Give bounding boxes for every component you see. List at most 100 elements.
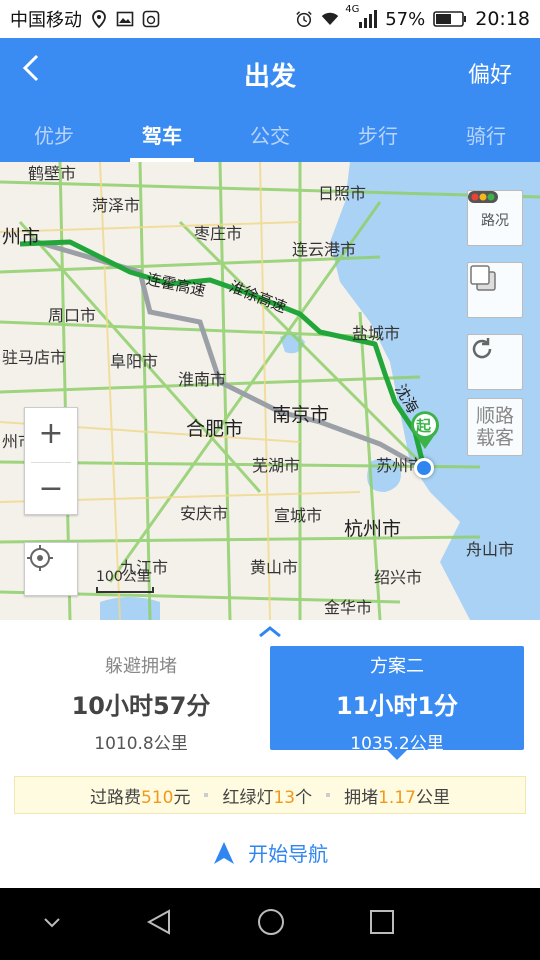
- zoom-control: + −: [24, 407, 78, 515]
- city-label: 宣城市: [274, 506, 323, 525]
- city-label: 南京市: [272, 404, 330, 426]
- city-label: 舟山市: [466, 540, 515, 559]
- city-label: 连云港市: [292, 240, 357, 259]
- route-panel: 躲避拥堵 10小时57分 1010.8公里 方案二 11小时1分 1035.2公…: [0, 620, 540, 888]
- route-option-2[interactable]: 方案二 11小时1分 1035.2公里: [270, 646, 524, 760]
- home-nav-button[interactable]: [256, 907, 286, 941]
- congestion-info: 拥堵1.17公里: [344, 783, 450, 808]
- zoom-out-button[interactable]: −: [25, 463, 77, 517]
- city-label: 黄山市: [250, 558, 299, 577]
- system-navigation-bar: [0, 888, 540, 960]
- city-label: 日照市: [318, 184, 367, 203]
- app-notification-icon: [142, 10, 160, 28]
- tab-transit[interactable]: 公交: [216, 114, 324, 162]
- location-icon: [90, 10, 108, 28]
- traffic-label: 路况: [481, 213, 509, 229]
- triangle-back-icon: [146, 909, 170, 935]
- transport-tabs: 优步 驾车 公交 步行 骑行: [0, 114, 540, 162]
- alarm-icon: [295, 10, 313, 28]
- separator-dot: [204, 793, 209, 797]
- map-scale: 100公里: [96, 566, 154, 593]
- carrier-name: 中国移动: [10, 10, 82, 31]
- city-label: 安庆市: [180, 504, 229, 523]
- route-option-label: 躲避拥堵: [105, 656, 177, 677]
- city-label: 合肥市: [186, 418, 244, 440]
- circle-home-icon: [257, 909, 284, 935]
- city-label: 杭州市: [344, 518, 402, 540]
- city-label: 金华市: [324, 598, 373, 617]
- start-navigation-label: 开始导航: [248, 842, 329, 866]
- locate-button[interactable]: [24, 542, 78, 596]
- toll-label: 过路费: [90, 787, 142, 808]
- chevron-down-icon: [43, 917, 60, 927]
- city-label: 鹤壁市: [28, 164, 77, 183]
- network-type: 4G: [345, 4, 360, 15]
- tab-bike[interactable]: 骑行: [432, 114, 540, 162]
- jam-unit: 公里: [415, 787, 450, 808]
- route-option-time: 10小时57分: [71, 692, 211, 720]
- traffic-button[interactable]: 路况: [467, 190, 523, 246]
- toll-unit: 元: [173, 787, 191, 808]
- route-info-bar: 过路费510元 红绿灯13个 拥堵1.17公里: [14, 776, 526, 814]
- lights-unit: 个: [295, 787, 313, 808]
- city-label: 周口市: [48, 306, 97, 325]
- lights-label: 红绿灯: [222, 787, 274, 808]
- start-label: 起: [416, 417, 432, 435]
- route-option-time: 11小时1分: [335, 692, 459, 720]
- city-label: 菏泽市: [92, 196, 141, 215]
- city-label: 淮南市: [178, 370, 227, 389]
- carpool-label-1: 顺路: [475, 405, 514, 427]
- map-view[interactable]: 鹤壁市 菏泽市 日照市州市 枣庄市连云港市周口市盐城市驻马店市 阜阳市 淮南市南京市合肥市…: [0, 162, 540, 620]
- city-label: 枣庄市: [194, 224, 243, 243]
- recents-nav-button[interactable]: [369, 909, 395, 939]
- current-location-dot: [414, 458, 434, 478]
- expand-panel-button[interactable]: [0, 622, 540, 643]
- chevron-up-icon: [259, 626, 281, 638]
- separator-dot: [326, 793, 331, 797]
- preferences-button[interactable]: 偏好: [468, 57, 512, 89]
- refresh-button[interactable]: [467, 334, 523, 390]
- clock-time: 20:18: [475, 8, 530, 30]
- layers-icon: [470, 265, 496, 291]
- hide-nav-button[interactable]: [42, 915, 62, 934]
- back-nav-button[interactable]: [145, 908, 173, 940]
- tab-uber[interactable]: 优步: [0, 114, 108, 162]
- route-option-distance: 1010.8公里: [94, 734, 188, 754]
- traffic-lights-info: 红绿灯13个: [222, 783, 312, 808]
- city-label: 绍兴市: [374, 568, 423, 587]
- toll-info: 过路费510元: [90, 783, 190, 808]
- jam-label: 拥堵: [344, 787, 379, 808]
- traffic-light-icon: [468, 191, 498, 203]
- city-label: 盐城市: [352, 324, 401, 343]
- route-option-1[interactable]: 躲避拥堵 10小时57分 1010.8公里: [14, 646, 268, 754]
- city-label: 驻马店市: [2, 348, 67, 367]
- city-label: 州市: [2, 226, 41, 248]
- lights-value: 13: [273, 787, 296, 808]
- wifi-icon: [321, 10, 339, 28]
- start-navigation-button[interactable]: 开始导航: [0, 838, 540, 867]
- page-title: 出发: [243, 62, 296, 92]
- route-option-label: 方案二: [370, 656, 424, 677]
- battery-percent: 57%: [385, 8, 426, 30]
- refresh-icon: [472, 338, 492, 359]
- signal-icon: 4G: [345, 4, 378, 28]
- tab-drive[interactable]: 驾车: [108, 114, 216, 162]
- carpool-button[interactable]: 顺路 载客: [467, 398, 523, 456]
- status-bar: 中国移动 4G 57% 20:18: [0, 0, 540, 38]
- carpool-label-2: 载客: [475, 427, 514, 449]
- crosshair-icon: [27, 545, 53, 571]
- toll-value: 510: [141, 787, 174, 808]
- battery-icon: [433, 10, 467, 28]
- zoom-in-button[interactable]: +: [25, 408, 77, 462]
- map-canvas: [0, 162, 540, 620]
- layers-button[interactable]: [467, 262, 523, 318]
- tab-walk[interactable]: 步行: [324, 114, 432, 162]
- jam-value: 1.17: [378, 787, 416, 808]
- image-icon: [116, 10, 134, 28]
- header: 出发 偏好 优步 驾车 公交 步行 骑行: [0, 38, 540, 162]
- city-label: 芜湖市: [252, 456, 301, 475]
- route-option-distance: 1035.2公里: [350, 734, 444, 754]
- city-label: 阜阳市: [110, 352, 159, 371]
- scale-label: 100公里: [96, 569, 151, 585]
- start-marker[interactable]: 起: [408, 410, 442, 450]
